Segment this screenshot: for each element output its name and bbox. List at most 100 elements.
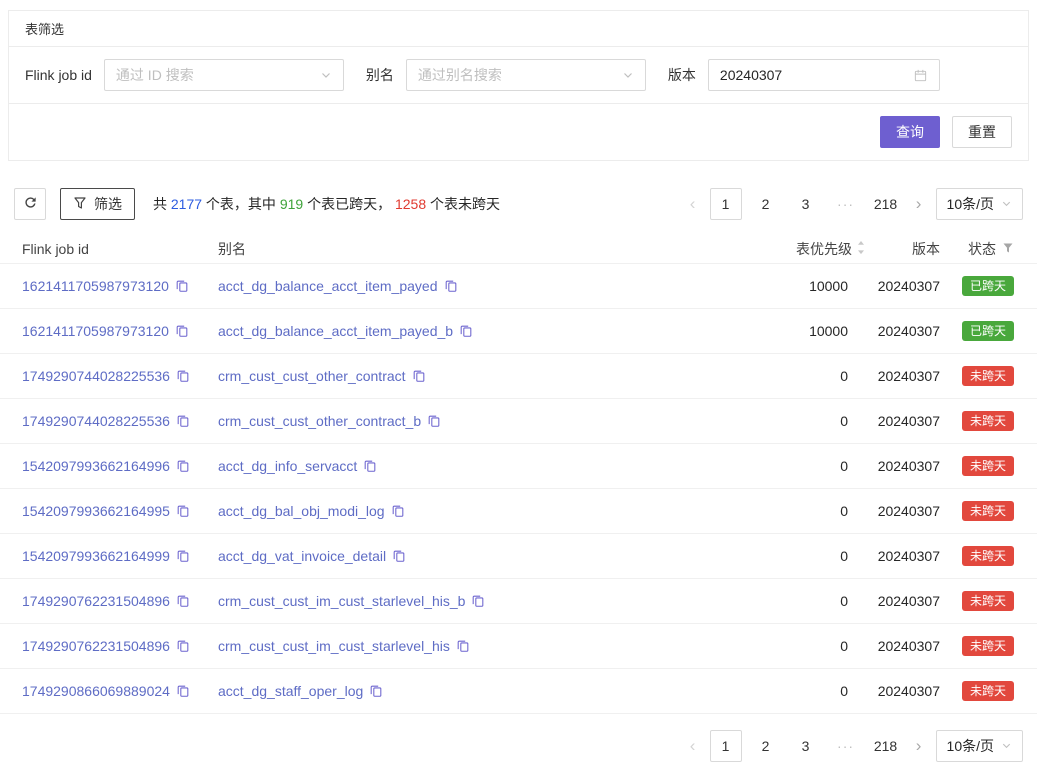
priority-cell: 0 <box>756 458 866 474</box>
version-date-input[interactable]: 20240307 <box>708 59 940 91</box>
version-cell: 20240307 <box>866 638 940 654</box>
flink-job-id-link[interactable]: 1749290762231504896 <box>22 638 170 654</box>
flink-job-id-link[interactable]: 1542097993662164996 <box>22 458 170 474</box>
filter-card-title: 表筛选 <box>9 11 1028 47</box>
copy-icon[interactable] <box>471 594 485 608</box>
page-ellipsis[interactable]: ··· <box>830 188 862 220</box>
version-cell: 20240307 <box>866 368 940 384</box>
flink-job-id-link[interactable]: 1749290744028225536 <box>22 368 170 384</box>
copy-icon[interactable] <box>175 279 189 293</box>
flink-job-id-link[interactable]: 1621411705987973120 <box>22 323 169 339</box>
page-ellipsis[interactable]: ··· <box>830 730 862 762</box>
status-badge: 未跨天 <box>962 591 1014 611</box>
version-cell: 20240307 <box>866 413 940 429</box>
version-label: 版本 <box>668 65 696 85</box>
column-filter-icon[interactable] <box>1002 241 1014 257</box>
summary-total-count: 2177 <box>171 196 202 212</box>
page-button-2[interactable]: 2 <box>750 730 782 762</box>
next-page-button[interactable]: › <box>910 188 928 220</box>
alias-link[interactable]: acct_dg_staff_oper_log <box>218 683 363 699</box>
flink-job-id-select[interactable]: 通过 ID 搜索 <box>104 59 344 91</box>
copy-icon[interactable] <box>391 504 405 518</box>
alias-link[interactable]: acct_dg_balance_acct_item_payed <box>218 278 438 294</box>
status-badge: 未跨天 <box>962 681 1014 701</box>
filter-toggle-label: 筛选 <box>94 194 122 214</box>
copy-icon[interactable] <box>176 459 190 473</box>
column-header-version: 版本 <box>866 239 940 259</box>
flink-job-id-link[interactable]: 1542097993662164995 <box>22 503 170 519</box>
filter-row: Flink job id 通过 ID 搜索 别名 通过别名搜索 版本 20240… <box>9 47 1028 104</box>
page-button-1[interactable]: 1 <box>710 730 742 762</box>
calendar-icon <box>913 68 928 83</box>
filter-card: 表筛选 Flink job id 通过 ID 搜索 别名 通过别名搜索 版本 2… <box>8 10 1029 161</box>
table-row: 1542097993662164995 acct_dg_bal_obj_modi… <box>0 489 1037 534</box>
next-page-button[interactable]: › <box>910 730 928 762</box>
prev-page-button[interactable]: ‹ <box>684 730 702 762</box>
pagination-top: ‹ 1 2 3 ··· 218 › 10条/页 <box>676 188 1023 220</box>
page-button-1[interactable]: 1 <box>710 188 742 220</box>
copy-icon[interactable] <box>459 324 473 338</box>
copy-icon[interactable] <box>176 594 190 608</box>
flink-job-id-link[interactable]: 1749290744028225536 <box>22 413 170 429</box>
copy-icon[interactable] <box>176 684 190 698</box>
alias-link[interactable]: crm_cust_cust_other_contract_b <box>218 413 421 429</box>
copy-icon[interactable] <box>369 684 383 698</box>
copy-icon[interactable] <box>176 414 190 428</box>
alias-link[interactable]: crm_cust_cust_im_cust_starlevel_his <box>218 638 450 654</box>
copy-icon[interactable] <box>176 549 190 563</box>
column-header-priority-label: 表优先级 <box>796 239 852 259</box>
copy-icon[interactable] <box>176 639 190 653</box>
alias-link[interactable]: acct_dg_vat_invoice_detail <box>218 548 386 564</box>
filter-toggle-button[interactable]: 筛选 <box>60 188 135 220</box>
alias-link[interactable]: acct_dg_balance_acct_item_payed_b <box>218 323 453 339</box>
copy-icon[interactable] <box>176 504 190 518</box>
flink-job-id-link[interactable]: 1749290866069889024 <box>22 683 170 699</box>
refresh-button[interactable] <box>14 188 46 220</box>
column-header-alias: 别名 <box>218 239 756 259</box>
page-size-select[interactable]: 10条/页 <box>936 730 1023 762</box>
column-header-status: 状态 <box>940 239 1014 259</box>
alias-link[interactable]: crm_cust_cust_other_contract <box>218 368 406 384</box>
copy-icon[interactable] <box>176 369 190 383</box>
alias-link[interactable]: crm_cust_cust_im_cust_starlevel_his_b <box>218 593 465 609</box>
sort-icon[interactable] <box>856 240 866 258</box>
status-badge: 未跨天 <box>962 366 1014 386</box>
copy-icon[interactable] <box>456 639 470 653</box>
table-toolbar: 筛选 共 2177 个表，其中 919 个表已跨天， 1258 个表未跨天 ‹ … <box>14 188 1023 220</box>
flink-job-id-link[interactable]: 1749290762231504896 <box>22 593 170 609</box>
search-button[interactable]: 查询 <box>880 116 940 148</box>
alias-select[interactable]: 通过别名搜索 <box>406 59 646 91</box>
flink-job-id-link[interactable]: 1542097993662164999 <box>22 548 170 564</box>
flink-job-id-link[interactable]: 1621411705987973120 <box>22 278 169 294</box>
copy-icon[interactable] <box>444 279 458 293</box>
funnel-icon <box>73 196 87 213</box>
copy-icon[interactable] <box>427 414 441 428</box>
flink-job-id-label: Flink job id <box>25 67 92 83</box>
version-cell: 20240307 <box>866 593 940 609</box>
page-button-last[interactable]: 218 <box>870 730 902 762</box>
chevron-down-icon <box>320 69 332 81</box>
alias-link[interactable]: acct_dg_bal_obj_modi_log <box>218 503 385 519</box>
copy-icon[interactable] <box>412 369 426 383</box>
page-button-2[interactable]: 2 <box>750 188 782 220</box>
prev-page-button[interactable]: ‹ <box>684 188 702 220</box>
priority-cell: 0 <box>756 503 866 519</box>
version-cell: 20240307 <box>866 458 940 474</box>
alias-link[interactable]: acct_dg_info_servacct <box>218 458 357 474</box>
page-size-select[interactable]: 10条/页 <box>936 188 1023 220</box>
table-row: 1749290744028225536 crm_cust_cust_other_… <box>0 354 1037 399</box>
page-button-last[interactable]: 218 <box>870 188 902 220</box>
chevron-down-icon <box>622 69 634 81</box>
copy-icon[interactable] <box>175 324 189 338</box>
status-badge: 未跨天 <box>962 546 1014 566</box>
copy-icon[interactable] <box>363 459 377 473</box>
version-cell: 20240307 <box>866 278 940 294</box>
copy-icon[interactable] <box>392 549 406 563</box>
page-button-3[interactable]: 3 <box>790 188 822 220</box>
column-header-status-label: 状态 <box>968 239 996 259</box>
reset-button[interactable]: 重置 <box>952 116 1012 148</box>
priority-cell: 0 <box>756 683 866 699</box>
version-value: 20240307 <box>720 67 913 83</box>
version-cell: 20240307 <box>866 683 940 699</box>
page-button-3[interactable]: 3 <box>790 730 822 762</box>
